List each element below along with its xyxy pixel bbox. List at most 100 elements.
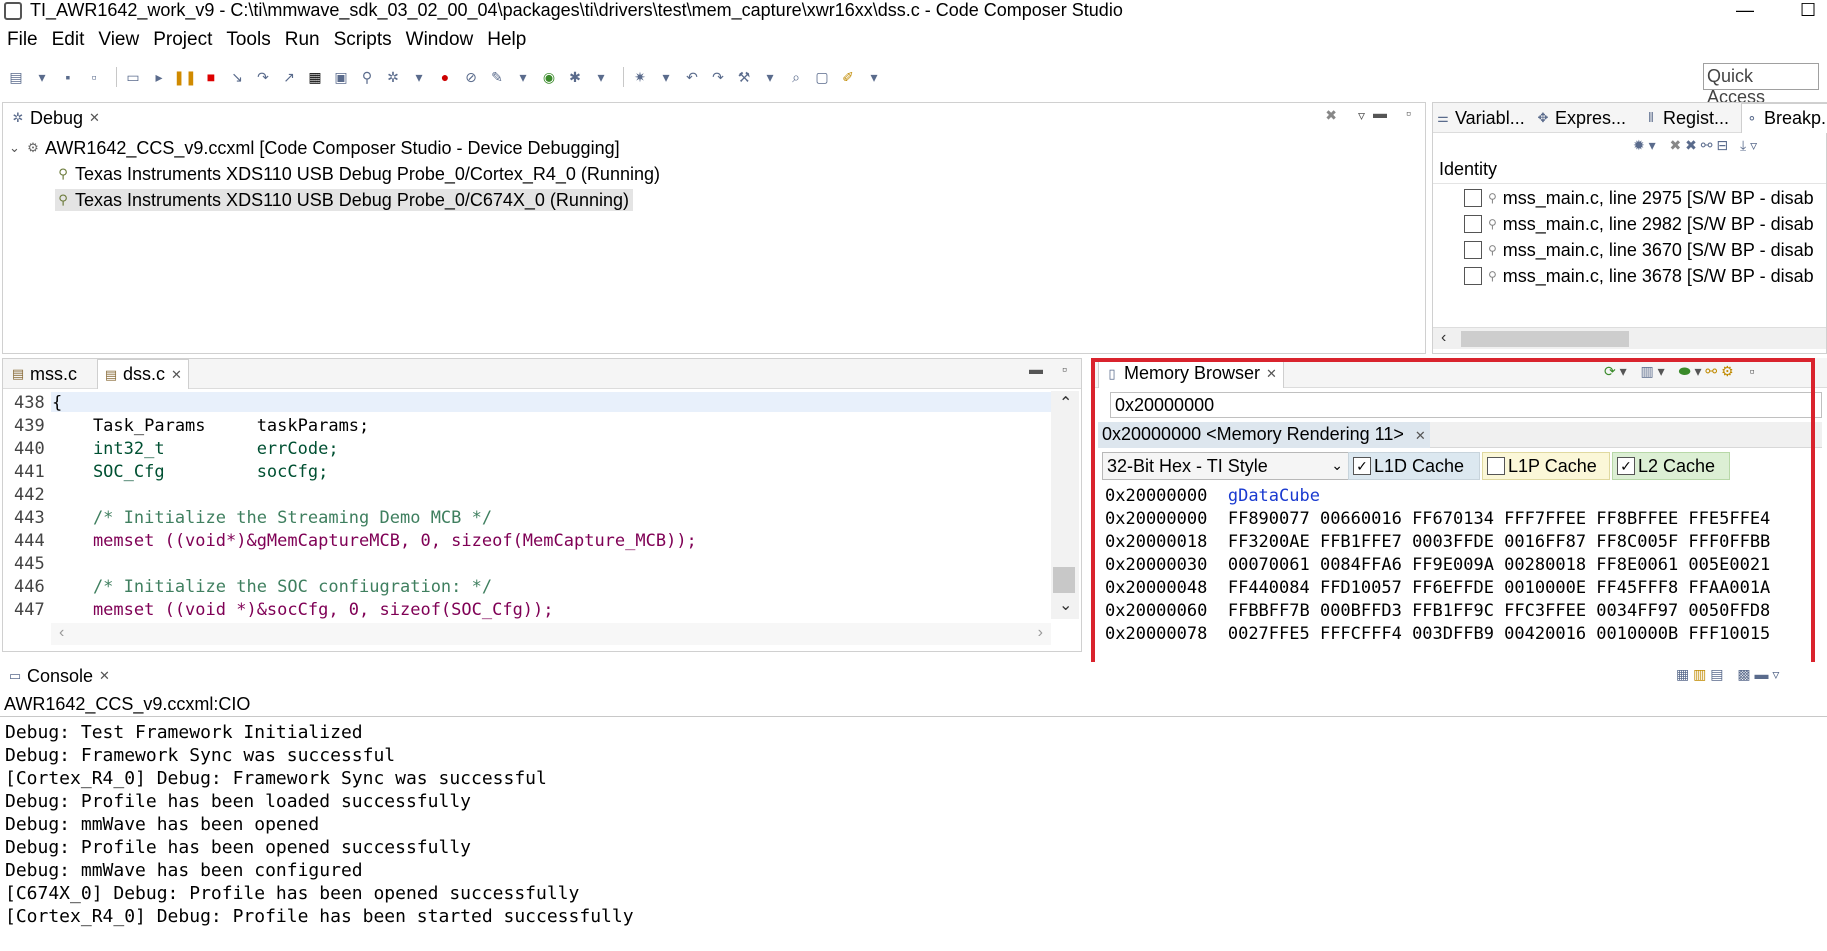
grid-icon[interactable]: ▦ (305, 69, 325, 85)
settings-icon[interactable]: ✷ (630, 69, 650, 85)
tab-expressions[interactable]: ✥ Expres... (1533, 103, 1629, 133)
lock-icon[interactable]: ▦ (1676, 666, 1689, 682)
back-icon[interactable]: ↶ (682, 69, 702, 85)
breakpoint-row[interactable]: ⚲ mss_main.c, line 3678 [S/W BP - disab (1464, 265, 1814, 287)
link-icon[interactable]: ⚯ (1701, 137, 1713, 153)
menu-project[interactable]: Project (146, 29, 219, 51)
breakpoint-row[interactable]: ⚲ mss_main.c, line 3670 [S/W BP - disab (1464, 239, 1814, 261)
minimize-view-icon[interactable]: ▬ (1373, 105, 1387, 121)
horizontal-scrollbar[interactable]: ‹ (1433, 327, 1826, 349)
step-into-icon[interactable]: ↘ (227, 69, 247, 85)
code-line[interactable]: 447 memset ((void *)&socCfg, 0, sizeof(S… (14, 600, 554, 620)
close-icon[interactable]: ✕ (99, 668, 110, 684)
menu-scripts[interactable]: Scripts (327, 29, 399, 51)
breakpoint-checkbox[interactable] (1464, 241, 1482, 259)
forward-icon[interactable]: ↷ (708, 69, 728, 85)
maximize-view-icon[interactable]: ▫ (1062, 361, 1067, 377)
menu-file[interactable]: File (0, 29, 45, 51)
display-icon[interactable]: ▬ (1755, 666, 1769, 682)
search-icon[interactable]: ⌕ (786, 69, 806, 85)
maximize-view-icon[interactable]: ▫ (1406, 105, 1411, 121)
dropdown-icon[interactable]: ▾ (32, 69, 52, 85)
scroll-up-icon[interactable]: ⌃ (1059, 393, 1072, 413)
remove-icon[interactable]: ✖ (1670, 137, 1682, 153)
breakpoint-checkbox[interactable] (1464, 215, 1482, 233)
breakpoint-icon[interactable]: ● (435, 69, 455, 85)
resume-icon[interactable]: ▸ (149, 69, 169, 85)
code-line[interactable]: 444 memset ((void*)&gMemCaptureMCB, 0, s… (14, 531, 697, 551)
close-icon[interactable]: ✕ (171, 367, 182, 383)
dropdown-icon[interactable]: ▾ (864, 69, 884, 85)
dropdown-icon[interactable]: ▾ (591, 69, 611, 85)
maximize-button[interactable]: ☐ (1800, 0, 1816, 21)
menu-window[interactable]: Window (399, 29, 481, 51)
dropdown-icon[interactable]: ▾ (1649, 137, 1656, 153)
window-icon[interactable]: ▢ (812, 69, 832, 85)
code-line[interactable]: 440 int32_t errCode; (14, 439, 339, 459)
dropdown-icon[interactable]: ▾ (760, 69, 780, 85)
tab-variables[interactable]: ⚌ Variabl... (1433, 103, 1528, 133)
menu-run[interactable]: Run (278, 29, 327, 51)
tab-console[interactable]: ▭ Console ✕ (2, 662, 116, 690)
tree-item-target-config[interactable]: ⌄ ⚙ AWR1642_CCS_v9.ccxml [Code Composer … (9, 137, 620, 159)
view-menu-icon[interactable]: ▿ (1750, 137, 1757, 153)
tree-item-cortex-r4[interactable]: ⚲ Texas Instruments XDS110 USB Debug Pro… (55, 163, 660, 185)
code-line[interactable]: 446 /* Initialize the SOC confiugration:… (14, 577, 492, 597)
dropdown-icon[interactable]: ▾ (656, 69, 676, 85)
view-menu-icon[interactable]: ▿ (1358, 107, 1365, 124)
new-icon[interactable]: ▤ (6, 69, 26, 85)
skip-breakpoints-icon[interactable]: ⊘ (461, 69, 481, 85)
menu-help[interactable]: Help (480, 29, 533, 51)
tab-breakpoints[interactable]: ⚬ Breakp... (1741, 103, 1827, 133)
scrollbar-thumb[interactable] (1053, 567, 1075, 593)
code-line[interactable]: 439 Task_Params taskParams; (14, 416, 369, 436)
save-all-icon[interactable]: ▫ (84, 69, 104, 85)
bug-icon[interactable]: ✱ (565, 69, 585, 85)
open-console-icon[interactable]: ▩ (1737, 666, 1750, 682)
tab-dss-c[interactable]: ▤ dss.c ✕ (97, 359, 189, 389)
terminate-icon[interactable]: ■ (201, 69, 221, 85)
scroll-right-icon[interactable]: › (1038, 624, 1043, 642)
terminal-icon[interactable]: ▭ (123, 69, 143, 85)
view-menu-icon[interactable]: ▿ (1772, 666, 1779, 682)
pin-icon[interactable]: ✐ (838, 69, 858, 85)
remove-all-icon[interactable]: ✖ (1325, 107, 1337, 124)
link-icon[interactable]: ⚲ (357, 69, 377, 85)
breakpoint-checkbox[interactable] (1464, 189, 1482, 207)
memory-icon[interactable]: ▣ (331, 69, 351, 85)
chevron-down-icon[interactable]: ⌄ (9, 140, 25, 156)
minimize-view-icon[interactable]: ▬ (1029, 361, 1043, 377)
scroll-down-icon[interactable]: ⌄ (1059, 595, 1072, 615)
horizontal-scrollbar[interactable]: ‹ › (51, 623, 1051, 645)
scroll-left-icon[interactable]: ‹ (1441, 329, 1446, 347)
remove-all-icon[interactable]: ✖ (1685, 137, 1697, 153)
menu-edit[interactable]: Edit (45, 29, 92, 51)
new-breakpoint-icon[interactable]: ✹ (1633, 137, 1645, 153)
menu-tools[interactable]: Tools (219, 29, 277, 51)
code-line[interactable]: 443 /* Initialize the Streaming Demo MCB… (14, 508, 492, 528)
collapse-icon[interactable]: ⊟ (1716, 137, 1728, 153)
skip-icon[interactable]: ⤓ (1740, 137, 1746, 153)
tab-mss-c[interactable]: ▤ mss.c (5, 359, 83, 389)
step-over-icon[interactable]: ↷ (253, 69, 273, 85)
breakpoint-row[interactable]: ⚲ mss_main.c, line 2982 [S/W BP - disab (1464, 213, 1814, 235)
graph-icon[interactable]: ✎ (487, 69, 507, 85)
vertical-scrollbar[interactable]: ⌃ ⌄ (1051, 391, 1079, 619)
code-line[interactable]: 441 SOC_Cfg socCfg; (14, 462, 328, 482)
suspend-icon[interactable]: ❚❚ (173, 69, 196, 85)
scroll-left-icon[interactable]: ‹ (59, 624, 64, 642)
close-icon[interactable]: ✕ (89, 110, 100, 126)
code-line[interactable]: 438{ (14, 393, 62, 413)
run-icon[interactable]: ◉ (539, 69, 559, 85)
tree-item-c674x[interactable]: ⚲ Texas Instruments XDS110 USB Debug Pro… (55, 189, 633, 211)
minimize-button[interactable]: — (1736, 0, 1754, 21)
dropdown-icon[interactable]: ▾ (513, 69, 533, 85)
identity-column-header[interactable]: Identity (1439, 159, 1497, 180)
wrench-icon[interactable]: ⚒ (734, 69, 754, 85)
tab-registers[interactable]: ⦀ Regist... (1641, 103, 1732, 133)
step-return-icon[interactable]: ↗ (279, 69, 299, 85)
tab-debug[interactable]: ✲ Debug ✕ (5, 103, 106, 133)
save-icon[interactable]: ▪ (58, 69, 78, 85)
code-line[interactable]: 442 (14, 485, 52, 505)
clear-icon[interactable]: ▥ (1693, 666, 1706, 682)
